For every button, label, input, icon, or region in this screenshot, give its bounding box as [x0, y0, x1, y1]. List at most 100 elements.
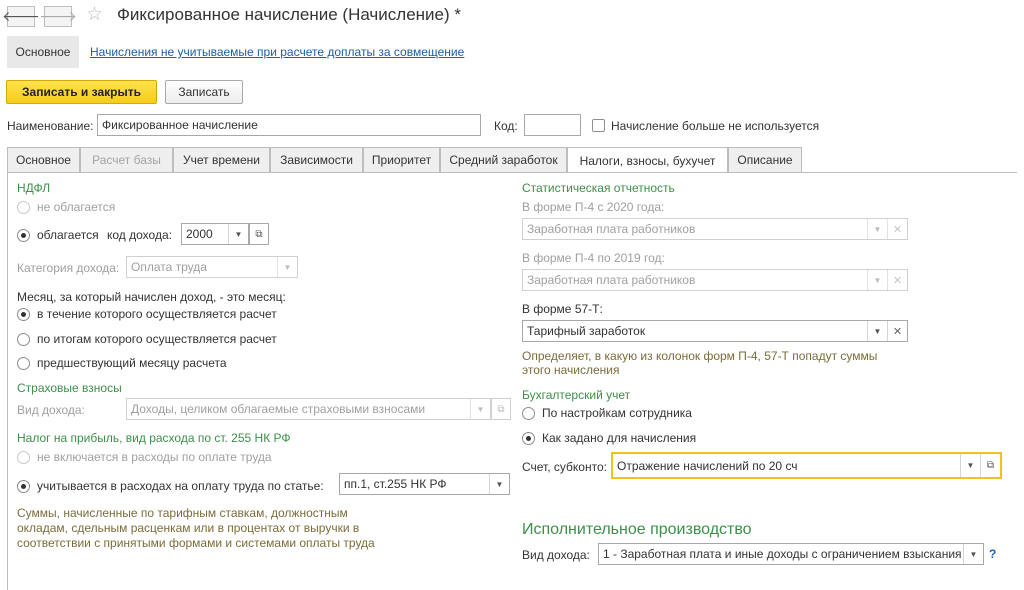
- unused-label: Начисление больше не используется: [611, 119, 820, 133]
- profit-tax-hint: Суммы, начисленные по тарифным ставкам, …: [17, 506, 375, 550]
- open-icon[interactable]: ⧉: [980, 454, 1000, 477]
- article-field[interactable]: пп.1, ст.255 НК РФ ▼: [339, 473, 510, 495]
- tab-dependencies[interactable]: Зависимости: [270, 147, 363, 172]
- help-icon[interactable]: ?: [989, 547, 996, 561]
- tab-taxes-label: Налоги, взносы, бухучет: [579, 153, 716, 168]
- insurance-income-type-label: Вид дохода:: [17, 403, 85, 417]
- f57-label: В форме 57-Т:: [522, 302, 603, 316]
- month-opt3-radio[interactable]: [17, 357, 30, 370]
- ndfl-not-taxed-radio[interactable]: [17, 201, 30, 214]
- income-category-label: Категория дохода:: [17, 261, 120, 275]
- arrow-left-icon: 🡐: [2, 8, 40, 24]
- income-code-field[interactable]: 2000 ▼: [181, 223, 249, 245]
- ndfl-taxed-radio[interactable]: [17, 229, 30, 242]
- save-button[interactable]: Записать: [165, 80, 243, 104]
- p4-2019-value: Заработная плата работников: [527, 273, 696, 287]
- month-opt1-radio[interactable]: [17, 308, 30, 321]
- p4-2020-value: Заработная плата работников: [527, 222, 696, 236]
- window-title: Фиксированное начисление (Начисление) *: [117, 5, 462, 24]
- insurance-header: Страховые взносы: [17, 381, 122, 395]
- profit-included-radio[interactable]: [17, 480, 30, 493]
- accounting-header: Бухгалтерский учет: [522, 388, 631, 402]
- section-main-label: Основное: [15, 45, 71, 59]
- save-and-close-button[interactable]: Записать и закрыть: [6, 80, 157, 104]
- enforcement-income-type-field[interactable]: 1 - Заработная плата и иные доходы с огр…: [598, 543, 984, 565]
- stats-hint: Определяет, в какую из колонок форм П-4,…: [522, 349, 878, 377]
- tab-taxes[interactable]: Налоги, взносы, бухучет: [567, 147, 728, 173]
- section-link-combined-pay[interactable]: Начисления не учитываемые при расчете до…: [90, 45, 464, 59]
- income-category-value: Оплата труда: [131, 260, 207, 274]
- forward-button[interactable]: 🡒: [39, 6, 77, 27]
- tab-base-calc[interactable]: Расчет базы: [80, 147, 173, 172]
- ndfl-taxed-label: облагается: [37, 228, 99, 242]
- month-question: Месяц, за который начислен доход, - это …: [17, 290, 286, 304]
- stats-header: Статистическая отчетность: [522, 181, 675, 195]
- tab-time-tracking-label: Учет времени: [183, 153, 260, 167]
- p4-2020-label: В форме П-4 с 2020 года:: [522, 200, 665, 214]
- open-icon[interactable]: ⧉: [249, 223, 269, 245]
- accounting-accrual-label: Как задано для начисления: [542, 431, 697, 445]
- chevron-down-icon[interactable]: ▼: [470, 399, 490, 419]
- ndfl-not-taxed-label: не облагается: [37, 200, 116, 214]
- accounting-accrual-radio[interactable]: [522, 432, 535, 445]
- accounting-employee-label: По настройкам сотрудника: [542, 406, 692, 420]
- unused-checkbox[interactable]: [592, 119, 605, 132]
- chevron-down-icon[interactable]: ▼: [277, 257, 297, 277]
- accounting-employee-radio[interactable]: [522, 407, 535, 420]
- code-label: Код:: [494, 119, 518, 133]
- clear-icon[interactable]: ✕: [887, 219, 907, 239]
- tab-time-tracking[interactable]: Учет времени: [173, 147, 270, 172]
- tab-average-earnings-label: Средний заработок: [449, 153, 558, 167]
- chevron-down-icon[interactable]: ▼: [489, 474, 509, 494]
- section-main[interactable]: Основное: [7, 36, 79, 68]
- enforcement-header: Исполнительное производство: [522, 521, 752, 538]
- profit-included-label: учитывается в расходах на оплату труда п…: [37, 479, 324, 493]
- code-field[interactable]: [524, 114, 581, 136]
- chevron-down-icon[interactable]: ▼: [867, 321, 887, 341]
- p4-2019-field[interactable]: Заработная плата работников ▼ ✕: [522, 269, 908, 291]
- month-opt2-label: по итогам которого осуществляется расчет: [37, 332, 277, 346]
- back-button[interactable]: 🡐: [2, 6, 40, 27]
- insurance-income-type-field[interactable]: Доходы, целиком облагаемые страховыми вз…: [126, 398, 491, 420]
- chevron-down-icon[interactable]: ▼: [867, 219, 887, 239]
- account-field[interactable]: Отражение начислений по 20 сч ▼ ⧉: [611, 452, 1002, 479]
- tab-description-label: Описание: [737, 153, 793, 167]
- tab-priority-label: Приоритет: [371, 153, 432, 167]
- p4-2020-field[interactable]: Заработная плата работников ▼ ✕: [522, 218, 908, 240]
- income-category-field[interactable]: Оплата труда ▼: [126, 256, 298, 278]
- enforcement-income-type-label: Вид дохода:: [522, 548, 590, 562]
- clear-icon[interactable]: ✕: [887, 321, 907, 341]
- tab-priority[interactable]: Приоритет: [363, 147, 440, 172]
- f57-value: Тарифный заработок: [527, 324, 646, 338]
- profit-tax-header: Налог на прибыль, вид расхода по ст. 255…: [17, 431, 291, 445]
- tab-divider: [7, 172, 1017, 173]
- profit-not-included-radio[interactable]: [17, 451, 30, 464]
- tab-dependencies-label: Зависимости: [280, 153, 353, 167]
- tab-average-earnings[interactable]: Средний заработок: [440, 147, 567, 172]
- save-label: Записать: [178, 85, 230, 99]
- enforcement-income-type-value: 1 - Заработная плата и иные доходы с огр…: [603, 547, 961, 561]
- insurance-income-type-value: Доходы, целиком облагаемые страховыми вз…: [131, 402, 426, 416]
- name-field[interactable]: Фиксированное начисление: [97, 114, 481, 136]
- profit-not-included-label: не включается в расходы по оплате труда: [37, 450, 272, 464]
- ndfl-header: НДФЛ: [17, 181, 51, 195]
- chevron-down-icon[interactable]: ▼: [963, 544, 983, 564]
- f57-field[interactable]: Тарифный заработок ▼ ✕: [522, 320, 908, 342]
- clear-icon[interactable]: ✕: [887, 270, 907, 290]
- tab-main[interactable]: Основное: [7, 147, 80, 172]
- tab-description[interactable]: Описание: [728, 147, 802, 172]
- name-label: Наименование:: [7, 119, 94, 133]
- chevron-down-icon[interactable]: ▼: [228, 224, 248, 244]
- tab-main-label: Основное: [16, 153, 71, 167]
- article-value: пп.1, ст.255 НК РФ: [344, 477, 447, 491]
- star-icon[interactable]: ☆: [86, 3, 103, 26]
- account-label: Счет, субконто:: [522, 460, 607, 474]
- save-and-close-label: Записать и закрыть: [22, 85, 141, 99]
- account-value: Отражение начислений по 20 сч: [617, 459, 798, 473]
- open-icon[interactable]: ⧉: [491, 398, 511, 420]
- chevron-down-icon[interactable]: ▼: [960, 454, 980, 477]
- month-opt2-radio[interactable]: [17, 333, 30, 346]
- income-code-label: код дохода:: [107, 228, 172, 242]
- panel-border: [7, 172, 8, 590]
- chevron-down-icon[interactable]: ▼: [867, 270, 887, 290]
